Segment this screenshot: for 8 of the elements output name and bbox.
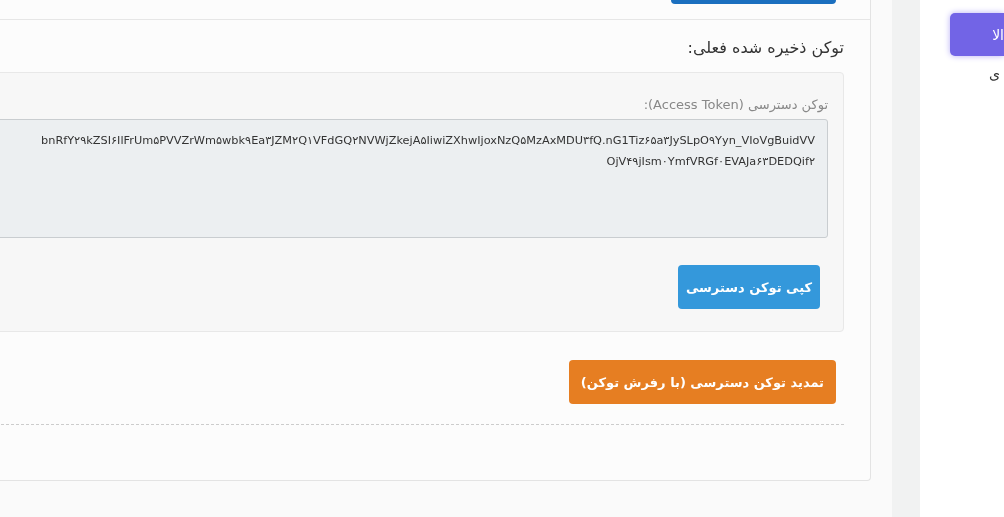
- refresh-token-button[interactable]: تمدید توکن دسترسی (با رفرش توکن): [568, 360, 836, 404]
- section-heading: توکن ذخیره شده فعلی:: [686, 38, 844, 60]
- field-label: توکن دسترسی (Access Token):: [643, 97, 828, 112]
- button-edge[interactable]: [671, 0, 836, 4]
- sidebar-item[interactable]: ی: [989, 66, 1000, 82]
- sidebar-button[interactable]: الا: [950, 13, 1004, 56]
- copy-token-button[interactable]: کپی توکن دسترسی: [678, 265, 820, 309]
- token-field[interactable]: bnRfY۲۹kZSI۶IlFrUm۵PVVZrWm۵wbk۹Ea۳JZM۲Q۱VFdGQ۲NVWjZkejA۵IiwiZXhwIjoxNzQ۵MzAxMDU۳fQ.nG1Tiz۶۵a۳JySLpO۹Yyn_VIoVgBuidVV OjV۴۹jIsm۰YmfVRGf۰EVAJa۶۳DEDQif۲: [0, 119, 828, 238]
